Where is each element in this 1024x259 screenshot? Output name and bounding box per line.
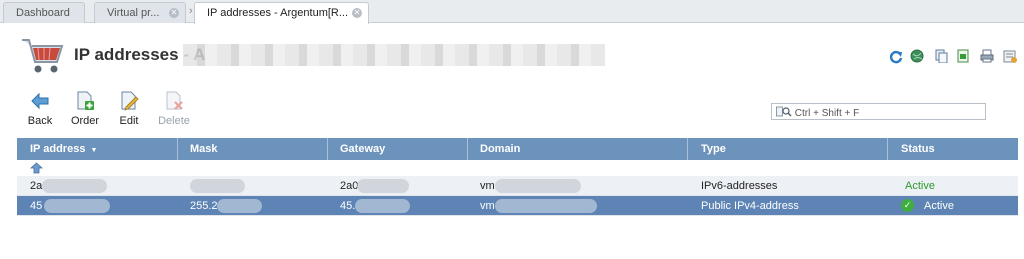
redacted-text [357, 179, 409, 193]
delete-document-icon [166, 91, 183, 110]
add-document-icon [77, 91, 94, 110]
column-header-gateway[interactable]: Gateway [340, 143, 385, 155]
cell-ip-address: 45 [30, 200, 43, 212]
cell-type: Public IPv4-address [701, 200, 799, 212]
table-header: IP address ▼ Mask Gateway Domain Type St… [17, 138, 1018, 160]
tab-label: IP addresses - Argentum[R... [207, 7, 349, 19]
tab-bar: Dashboard Virtual pr... ✕ › IP addresses… [0, 0, 1024, 24]
column-divider[interactable] [467, 138, 468, 160]
tab-label: Virtual pr... [107, 7, 160, 19]
back-button[interactable]: Back [20, 90, 60, 127]
settings-icon[interactable] [1003, 49, 1017, 63]
redacted-text [183, 44, 605, 66]
table-row-selected[interactable]: 45 255.2 45. vm Public IPv4-address ✓ Ac… [17, 196, 1018, 216]
cell-gateway: 45. [340, 200, 356, 212]
close-icon[interactable]: ✕ [169, 8, 179, 18]
column-divider[interactable] [177, 138, 178, 160]
cell-type: IPv6-addresses [701, 180, 778, 192]
column-divider[interactable] [687, 138, 688, 160]
search-placeholder: Ctrl + Shift + F [794, 108, 860, 119]
cell-ip-address: 2a [30, 180, 43, 192]
cell-gateway: 2a0 [340, 180, 359, 192]
ip-address-table: IP address ▼ Mask Gateway Domain Type St… [17, 138, 1018, 216]
column-header-mask[interactable]: Mask [190, 143, 218, 155]
close-icon[interactable]: ✕ [352, 8, 362, 18]
sort-desc-icon: ▼ [90, 147, 98, 154]
chevron-right-icon: › [189, 5, 193, 17]
level-up-icon[interactable] [30, 162, 43, 174]
back-arrow-icon [31, 92, 49, 110]
globe-icon[interactable] [910, 49, 924, 63]
print-icon[interactable] [980, 49, 994, 63]
redacted-text [217, 199, 262, 213]
tab-virtual-private[interactable]: Virtual pr... ✕ [94, 2, 186, 23]
export-icon[interactable] [956, 49, 970, 63]
redacted-text [42, 179, 107, 193]
column-header-ip-address[interactable]: IP address ▼ [30, 143, 97, 155]
check-icon: ✓ [901, 199, 914, 212]
delete-button[interactable]: Delete [154, 90, 194, 127]
cell-domain: vm [480, 200, 495, 212]
tab-ip-addresses[interactable]: IP addresses - Argentum[R... ✕ [194, 2, 369, 24]
redacted-text [495, 199, 597, 213]
redacted-text [190, 179, 245, 193]
redacted-text [495, 179, 581, 193]
parent-level-row[interactable] [17, 160, 1018, 176]
status-badge: Active [905, 180, 935, 192]
tab-dashboard[interactable]: Dashboard [3, 2, 85, 23]
table-row[interactable]: 2a 2a0 vm IPv6-addresses Active [17, 176, 1018, 196]
column-header-domain[interactable]: Domain [480, 143, 520, 155]
cell-domain: vm [480, 180, 495, 192]
edit-button[interactable]: Edit [109, 90, 149, 127]
cell-mask: 255.2 [190, 200, 218, 212]
search-input[interactable]: Ctrl + Shift + F [771, 103, 986, 120]
refresh-icon[interactable] [889, 50, 903, 64]
copy-icon[interactable] [934, 49, 948, 63]
redacted-text [44, 199, 110, 213]
edit-label: Edit [119, 115, 139, 127]
shopping-cart-icon [22, 39, 64, 73]
tab-label: Dashboard [16, 7, 70, 19]
column-divider[interactable] [327, 138, 328, 160]
order-button[interactable]: Order [65, 90, 105, 127]
column-header-type[interactable]: Type [701, 143, 726, 155]
redacted-text [355, 199, 410, 213]
back-label: Back [27, 115, 53, 127]
order-label: Order [70, 115, 100, 127]
search-icon [776, 106, 792, 117]
column-header-status[interactable]: Status [901, 143, 935, 155]
edit-document-icon [121, 91, 139, 111]
delete-label: Delete [158, 115, 190, 127]
status-badge: Active [924, 200, 954, 212]
column-divider[interactable] [887, 138, 888, 160]
